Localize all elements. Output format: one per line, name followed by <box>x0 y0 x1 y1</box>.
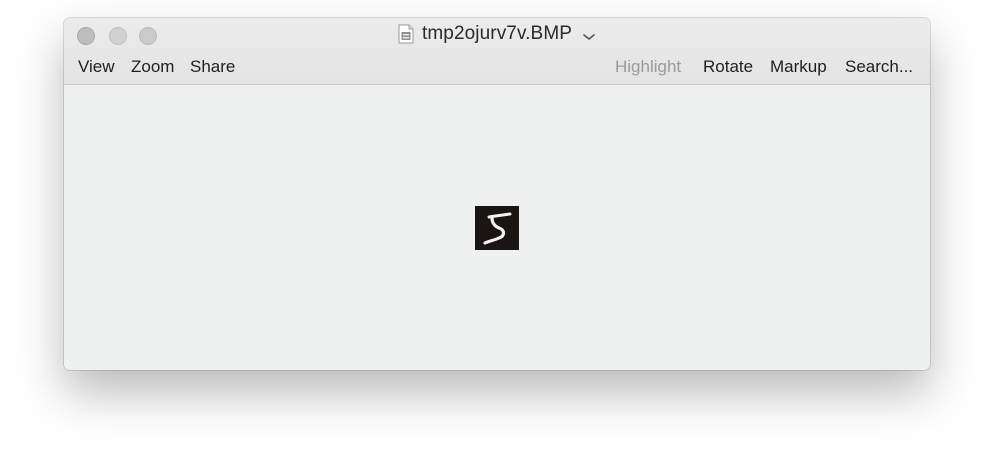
menu-search[interactable]: Search... <box>845 56 913 78</box>
handwritten-digit-image[interactable] <box>475 206 519 250</box>
minimize-button[interactable] <box>109 27 127 45</box>
menu-markup[interactable]: Markup <box>770 56 827 78</box>
zoom-button[interactable] <box>139 27 157 45</box>
preview-window: tmp2ojurv7v.BMP View Zoom Share Highligh… <box>64 18 930 370</box>
close-button[interactable] <box>77 27 95 45</box>
document-icon[interactable] <box>398 24 414 44</box>
desktop: tmp2ojurv7v.BMP View Zoom Share Highligh… <box>0 0 1000 464</box>
menu-highlight[interactable]: Highlight <box>615 56 681 78</box>
window-title-group: tmp2ojurv7v.BMP <box>64 23 930 45</box>
chevron-down-icon[interactable] <box>582 29 596 40</box>
menu-rotate[interactable]: Rotate <box>703 56 753 78</box>
menu-share[interactable]: Share <box>190 56 235 78</box>
menu-view[interactable]: View <box>78 56 115 78</box>
menu-zoom[interactable]: Zoom <box>131 56 174 78</box>
toolbar: View Zoom Share Highlight Rotate Markup … <box>64 56 930 80</box>
titlebar: tmp2ojurv7v.BMP View Zoom Share Highligh… <box>64 18 930 85</box>
image-canvas[interactable] <box>64 85 930 370</box>
window-title[interactable]: tmp2ojurv7v.BMP <box>422 23 572 45</box>
